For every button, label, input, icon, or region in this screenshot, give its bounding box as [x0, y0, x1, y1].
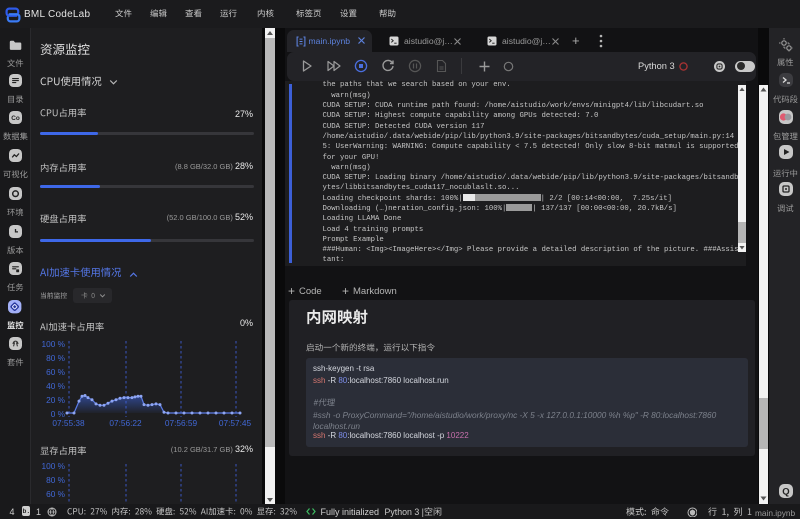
svg-text:Co: Co [11, 116, 20, 123]
svg-text:Q: Q [782, 487, 789, 498]
